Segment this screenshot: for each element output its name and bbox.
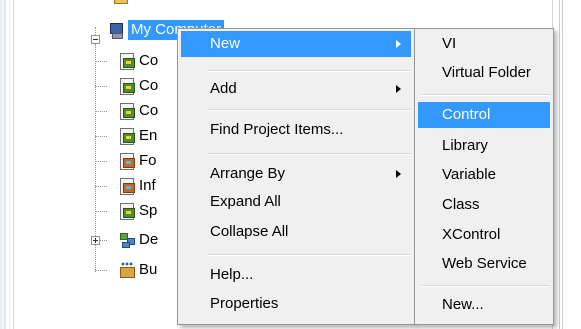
submenu-arrow-icon bbox=[396, 40, 401, 48]
tree-item[interactable]: Sp bbox=[119, 200, 157, 222]
tree-item-label: Fo bbox=[139, 152, 157, 169]
menu-item-label: Arrange By bbox=[210, 165, 286, 182]
tree-item-dependencies[interactable]: De bbox=[119, 229, 158, 251]
context-menu: New Add Find Project Items... Arrange By… bbox=[177, 28, 415, 325]
menu-item-help[interactable]: Help... bbox=[181, 262, 411, 288]
menu-item-label: Control bbox=[442, 106, 491, 123]
tree-line bbox=[95, 186, 107, 187]
tree-line bbox=[95, 161, 107, 162]
tree-line bbox=[95, 211, 107, 212]
menu-item-add[interactable]: Add bbox=[181, 76, 411, 102]
tree-item-label: Bu bbox=[139, 261, 158, 278]
menu-item-label: Add bbox=[210, 80, 237, 97]
computer-icon bbox=[108, 22, 124, 39]
submenu-item-control[interactable]: Control bbox=[418, 102, 550, 128]
collapse-icon[interactable] bbox=[91, 35, 100, 44]
submenu-item-vi[interactable]: VI bbox=[418, 31, 550, 57]
tree-line bbox=[95, 86, 107, 87]
vertical-scrollbar[interactable] bbox=[552, 0, 581, 329]
vi-icon bbox=[119, 203, 135, 220]
menu-separator bbox=[208, 153, 411, 155]
menu-separator bbox=[208, 70, 411, 72]
submenu-arrow-icon bbox=[396, 170, 401, 178]
menu-item-label: Expand All bbox=[210, 193, 281, 210]
tree-item-label: En bbox=[139, 127, 158, 144]
tree-item-label: Inf bbox=[139, 177, 156, 194]
vi-variant-icon bbox=[119, 153, 135, 170]
tree-item-label: De bbox=[139, 231, 159, 248]
tree-item[interactable]: Co bbox=[119, 50, 158, 72]
menu-item-label: VI bbox=[442, 35, 457, 52]
vi-icon bbox=[119, 128, 135, 145]
tree-item[interactable]: Fo bbox=[119, 150, 157, 172]
tree-line bbox=[100, 240, 107, 241]
tree-line bbox=[95, 136, 107, 137]
menu-item-label: Library bbox=[442, 137, 488, 154]
submenu-item-new-dialog[interactable]: New... bbox=[418, 292, 550, 318]
menu-separator bbox=[208, 254, 411, 256]
menu-item-new[interactable]: New bbox=[181, 31, 411, 57]
menu-item-properties[interactable]: Properties bbox=[181, 291, 411, 317]
menu-item-label: Web Service bbox=[442, 255, 527, 272]
menu-item-collapse-all[interactable]: Collapse All bbox=[181, 219, 411, 245]
tree-item-label: Sp bbox=[139, 202, 158, 219]
menu-item-label: New bbox=[210, 35, 241, 52]
menu-item-label: New... bbox=[442, 296, 484, 313]
menu-separator bbox=[421, 94, 550, 96]
tree-item-label: Co bbox=[139, 52, 159, 69]
menu-item-label: Properties bbox=[210, 295, 279, 312]
vi-icon bbox=[119, 103, 135, 120]
submenu-arrow-icon bbox=[396, 85, 401, 93]
menu-item-label: Class bbox=[442, 196, 480, 213]
submenu-item-library[interactable]: Library bbox=[418, 133, 550, 159]
vi-icon bbox=[119, 53, 135, 70]
menu-item-arrange-by[interactable]: Arrange By bbox=[181, 161, 411, 187]
tree-line bbox=[95, 27, 96, 35]
folder-icon bbox=[112, 0, 128, 4]
tree-item-build-specs[interactable]: Bu bbox=[119, 259, 157, 281]
submenu-item-class[interactable]: Class bbox=[418, 192, 550, 218]
tree-item-label: Co bbox=[139, 102, 159, 119]
expand-icon[interactable] bbox=[91, 236, 100, 245]
submenu-item-virtual-folder[interactable]: Virtual Folder bbox=[418, 60, 550, 86]
tree-item[interactable]: Co bbox=[119, 75, 158, 97]
menu-item-find-project-items[interactable]: Find Project Items... bbox=[181, 117, 411, 143]
submenu-item-web-service[interactable]: Web Service bbox=[418, 251, 550, 277]
menu-item-label: Virtual Folder bbox=[442, 64, 531, 81]
vi-icon bbox=[119, 78, 135, 95]
tree-line bbox=[95, 61, 107, 62]
menu-separator bbox=[421, 285, 550, 287]
vi-variant-icon bbox=[119, 178, 135, 195]
menu-item-label: XControl bbox=[442, 226, 501, 243]
tree-item[interactable]: Co bbox=[119, 100, 158, 122]
submenu-item-variable[interactable]: Variable bbox=[418, 162, 550, 188]
menu-separator bbox=[208, 109, 411, 111]
menu-item-label: Help... bbox=[210, 266, 254, 283]
tree-item-label: Co bbox=[139, 77, 159, 94]
tree-line bbox=[95, 111, 107, 112]
menu-item-expand-all[interactable]: Expand All bbox=[181, 189, 411, 215]
menu-item-label: Variable bbox=[442, 166, 496, 183]
tree-item[interactable]: Inf bbox=[119, 175, 156, 197]
menu-item-label: Find Project Items... bbox=[210, 121, 344, 138]
menu-item-label: Collapse All bbox=[210, 223, 289, 240]
tree-line bbox=[95, 270, 107, 271]
build-spec-icon bbox=[119, 262, 135, 278]
submenu-item-xcontrol[interactable]: XControl bbox=[418, 222, 550, 248]
dependencies-icon bbox=[119, 232, 135, 248]
tree-item[interactable]: En bbox=[119, 125, 157, 147]
new-submenu: VI Virtual Folder Control Library Variab… bbox=[414, 28, 554, 325]
